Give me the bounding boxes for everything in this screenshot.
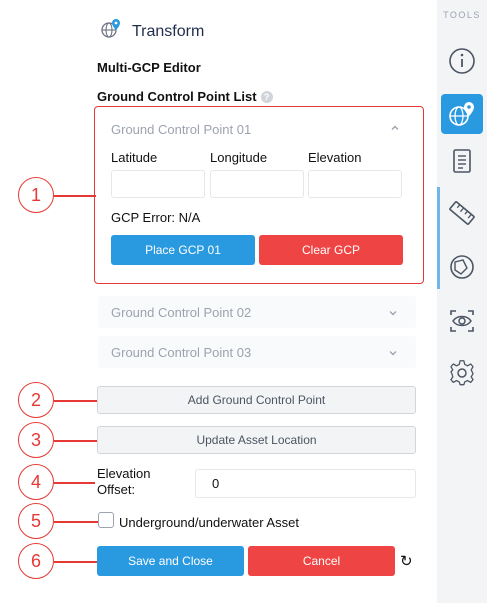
longitude-label: Longitude	[210, 150, 268, 165]
latitude-input[interactable]	[111, 170, 205, 198]
callout-2: 2	[18, 382, 54, 418]
callout-6: 6	[18, 543, 54, 579]
gcp-01-header[interactable]: Ground Control Point 01	[111, 122, 251, 137]
gcp-02-label: Ground Control Point 02	[111, 305, 252, 320]
page-title: Transform	[132, 22, 205, 40]
clear-gcp-button[interactable]: Clear GCP	[259, 235, 403, 265]
editor-title: Multi-GCP Editor	[97, 60, 201, 75]
callout-line	[54, 400, 97, 402]
callout-3: 3	[18, 422, 54, 458]
tools-sidebar: TOOLS	[437, 0, 487, 603]
eye-scan-icon[interactable]	[437, 298, 487, 344]
underground-checkbox[interactable]	[98, 512, 114, 528]
save-and-close-button[interactable]: Save and Close	[97, 546, 244, 576]
callout-line	[54, 521, 98, 523]
info-icon[interactable]	[437, 38, 487, 84]
chevron-down-icon[interactable]	[388, 307, 398, 321]
callout-4: 4	[18, 464, 54, 500]
callout-line	[54, 561, 97, 563]
callout-5: 5	[18, 503, 54, 539]
update-asset-location-button[interactable]: Update Asset Location	[97, 426, 416, 454]
shape-icon[interactable]	[437, 244, 487, 290]
gcp-list-label-text: Ground Control Point List	[97, 89, 257, 104]
gcp-03-label: Ground Control Point 03	[111, 345, 252, 360]
help-icon[interactable]: ?	[260, 90, 273, 103]
longitude-input[interactable]	[210, 170, 304, 198]
globe-pin-icon	[449, 102, 474, 126]
callout-1: 1	[18, 177, 54, 213]
latitude-label: Latitude	[111, 150, 158, 165]
elevation-offset-label: Elevation Offset:	[97, 466, 151, 497]
tools-label: TOOLS	[443, 10, 481, 20]
document-icon[interactable]	[437, 138, 487, 184]
callout-line	[54, 195, 96, 197]
gcp-03-item[interactable]: Ground Control Point 03	[98, 336, 416, 368]
place-gcp-button[interactable]: Place GCP 01	[111, 235, 255, 265]
gcp-02-item[interactable]: Ground Control Point 02	[98, 296, 416, 328]
globe-pin-icon	[100, 18, 122, 45]
elevation-label: Elevation	[308, 150, 362, 165]
add-gcp-button[interactable]: Add Ground Control Point	[97, 386, 416, 414]
sidebar-item-transform[interactable]	[437, 91, 487, 137]
callout-line	[54, 482, 95, 484]
cancel-button[interactable]: Cancel	[248, 546, 395, 576]
gcp-list-label: Ground Control Point List ?	[97, 89, 273, 104]
underground-label: Underground/underwater Asset	[119, 515, 299, 530]
ruler-icon[interactable]	[437, 190, 487, 236]
gcp-01-panel: Ground Control Point 01 Latitude Longitu…	[98, 110, 418, 280]
panel-header: Transform	[100, 18, 204, 45]
elevation-input[interactable]	[308, 170, 402, 198]
transform-panel: Transform Multi-GCP Editor Ground Contro…	[0, 0, 437, 603]
chevron-up-icon[interactable]	[390, 122, 400, 136]
chevron-down-icon[interactable]	[388, 347, 398, 361]
gcp-error-text: GCP Error: N/A	[111, 210, 201, 225]
settings-icon[interactable]	[437, 350, 487, 396]
elevation-offset-input[interactable]: 0	[195, 469, 416, 498]
reset-icon[interactable]: ↻	[400, 552, 413, 570]
callout-line	[54, 440, 97, 442]
